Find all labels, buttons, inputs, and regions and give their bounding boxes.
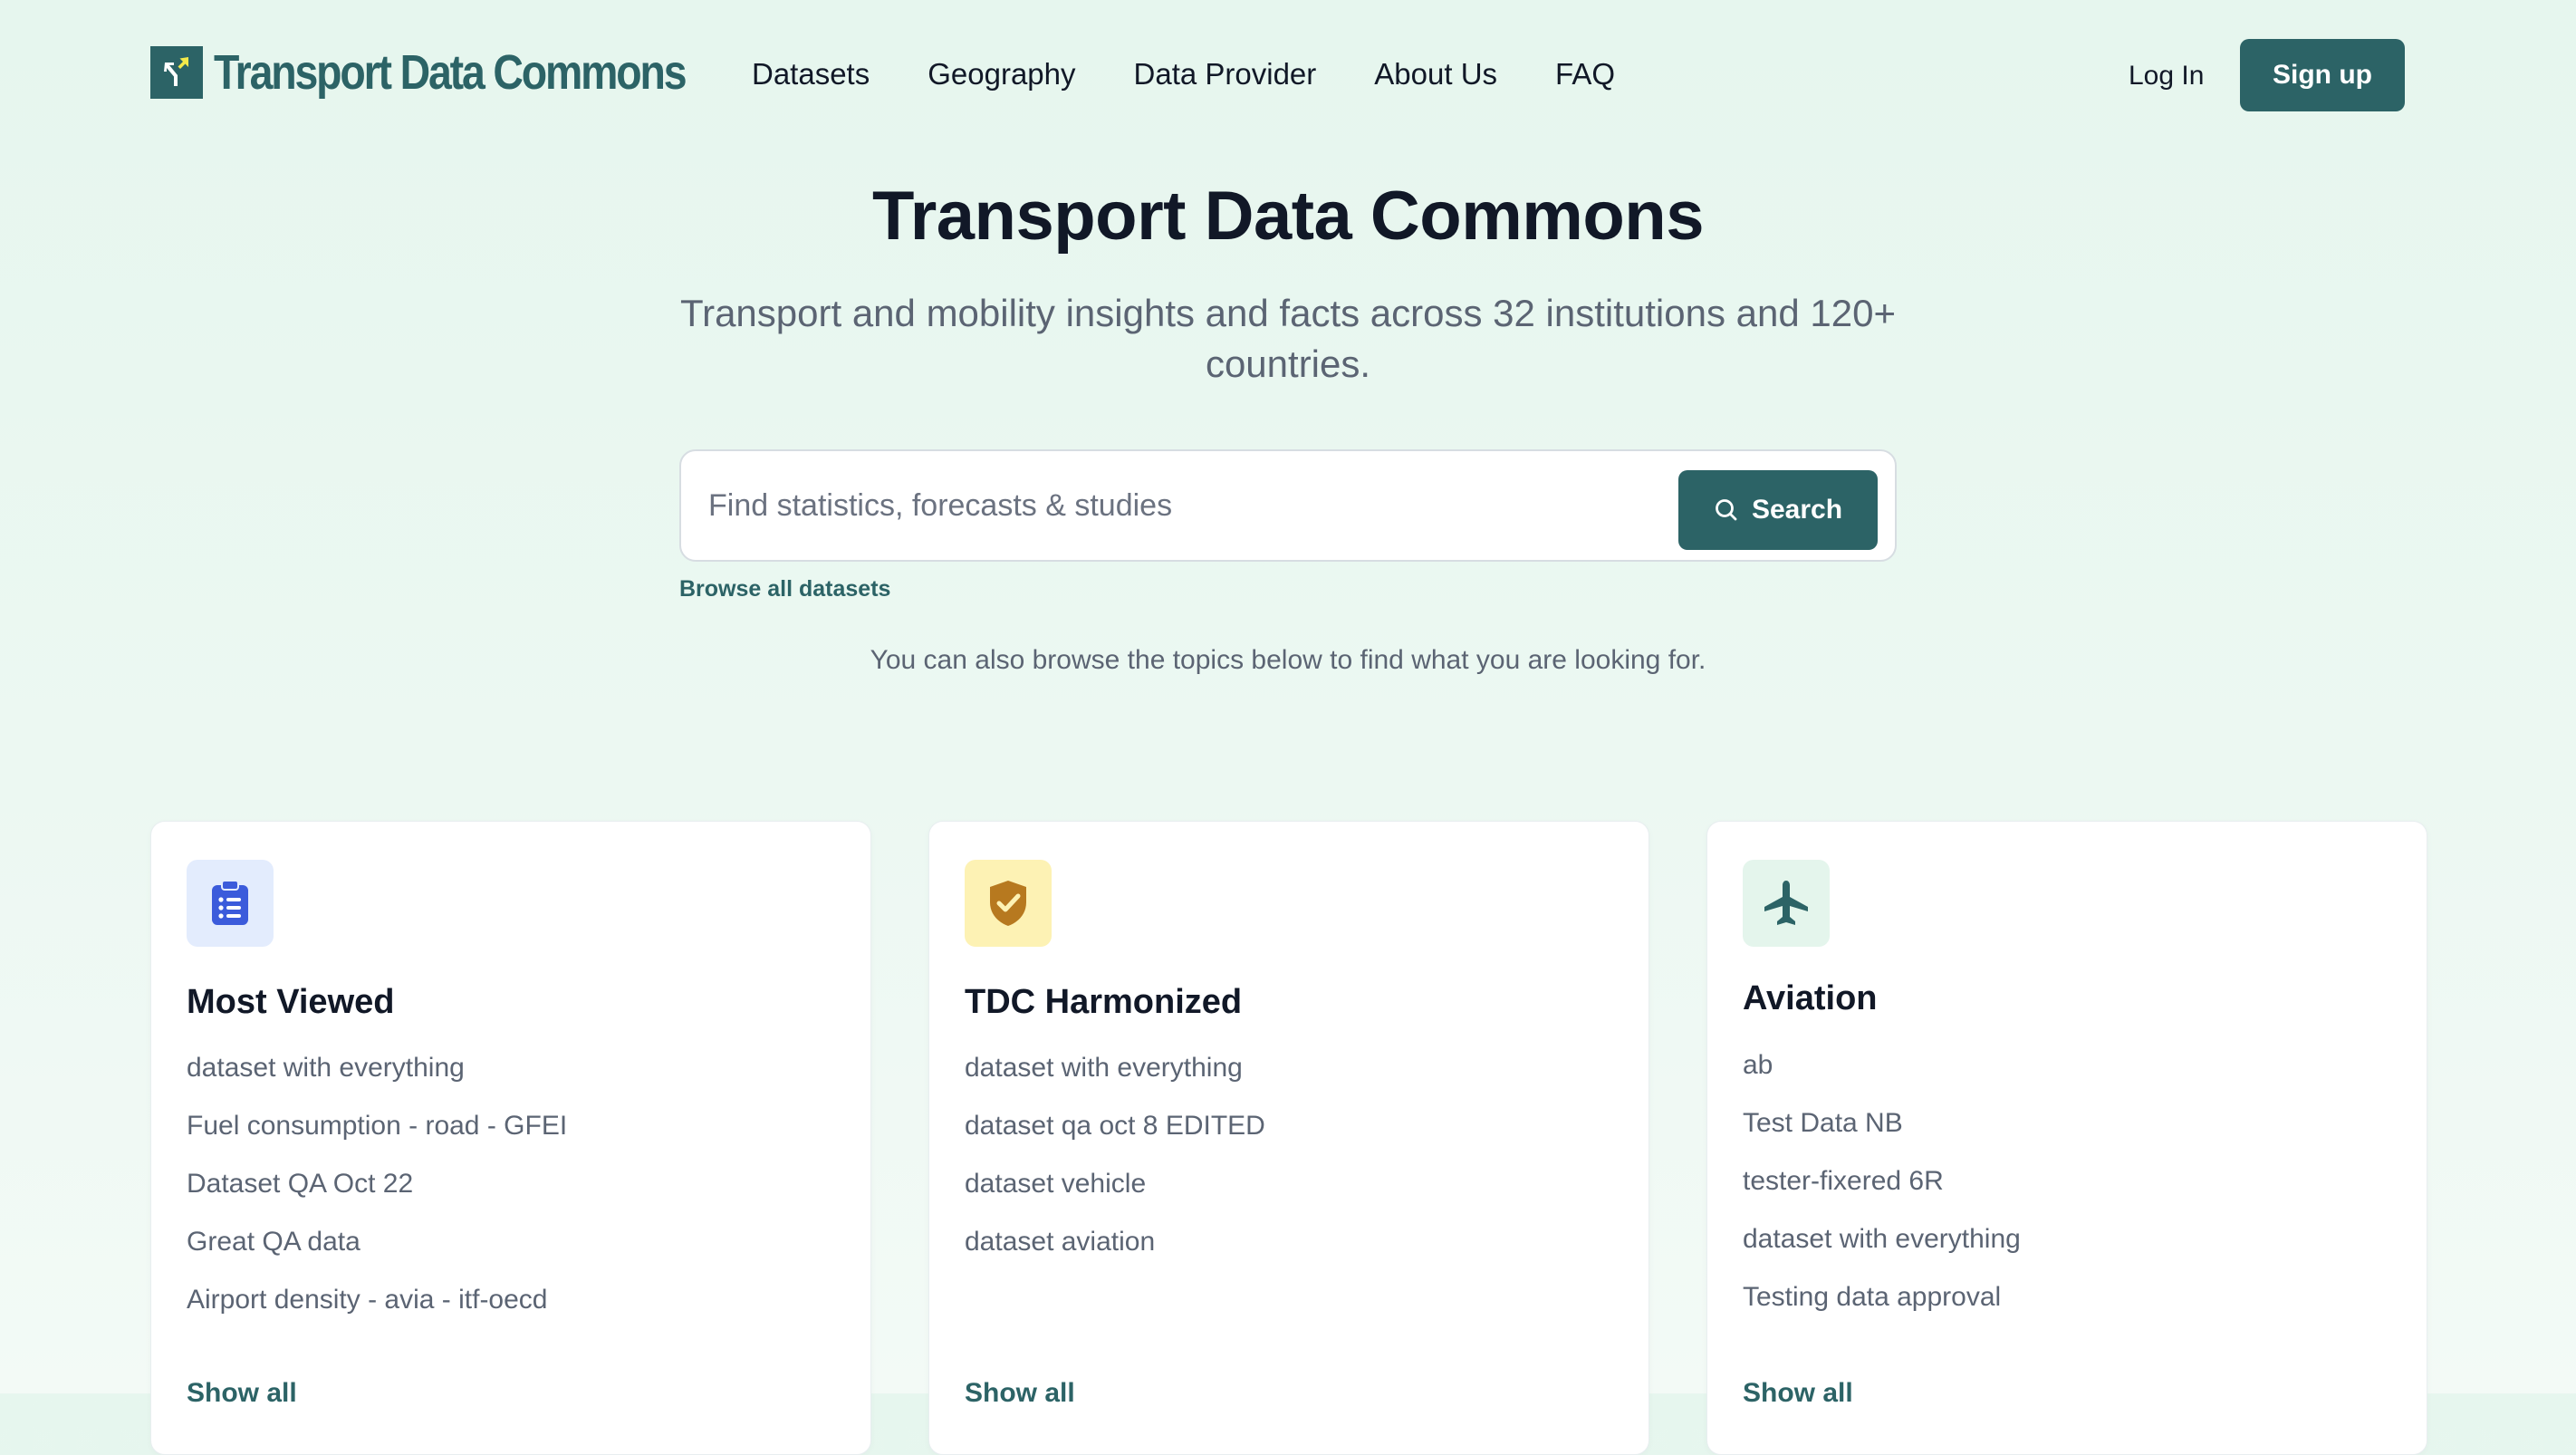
search-input[interactable] [708, 477, 1614, 535]
card-dataset-list: dataset with everything Fuel consumption… [187, 1050, 567, 1340]
hero-title: Transport Data Commons [871, 178, 1705, 255]
card-title: Most Viewed [187, 983, 395, 1021]
nav-item-about-us[interactable]: About Us [1374, 53, 1497, 96]
signup-button[interactable]: Sign up [2240, 39, 2405, 111]
nav-item-geography[interactable]: Geography [928, 53, 1075, 96]
clipboard-list-icon [212, 880, 248, 925]
show-all-link[interactable]: Show all [1743, 1378, 1853, 1409]
search-button-label: Search [1751, 495, 1843, 525]
topic-card-aviation: Aviation ab Test Data NB tester-fixered … [1706, 821, 2427, 1455]
list-item[interactable]: Great QA data [187, 1224, 567, 1282]
airplane-icon [1764, 881, 1808, 925]
search-box: Search [679, 449, 1897, 562]
nav-item-datasets[interactable]: Datasets [752, 53, 870, 96]
browse-hint: You can also browse the topics below to … [870, 645, 1706, 675]
list-item[interactable]: Dataset QA Oct 22 [187, 1166, 567, 1224]
list-item[interactable]: dataset with everything [187, 1050, 567, 1108]
card-dataset-list: ab Test Data NB tester-fixered 6R datase… [1743, 1047, 2021, 1337]
list-item[interactable]: Test Data NB [1743, 1105, 2021, 1163]
topic-card-most-viewed: Most Viewed dataset with everything Fuel… [150, 821, 871, 1455]
list-item[interactable]: Fuel consumption - road - GFEI [187, 1108, 567, 1166]
shield-check-icon [990, 881, 1026, 926]
list-item[interactable]: ab [1743, 1047, 2021, 1105]
brand-name: Transport Data Commons [214, 45, 687, 100]
list-item[interactable]: tester-fixered 6R [1743, 1163, 2021, 1221]
show-all-link[interactable]: Show all [187, 1378, 297, 1409]
list-item[interactable]: dataset with everything [1743, 1221, 2021, 1279]
logo-mark-icon [150, 46, 203, 99]
list-item[interactable]: Airport density - avia - itf-oecd [187, 1282, 567, 1340]
topic-card-tdc-harmonized: TDC Harmonized dataset with everything d… [928, 821, 1649, 1455]
card-title: TDC Harmonized [965, 983, 1243, 1021]
nav-item-faq[interactable]: FAQ [1555, 53, 1615, 96]
show-all-link[interactable]: Show all [965, 1378, 1075, 1409]
search-button[interactable]: Search [1678, 470, 1878, 550]
card-icon-box [1743, 860, 1830, 947]
list-item[interactable]: dataset vehicle [965, 1166, 1265, 1224]
brand-logo[interactable]: Transport Data Commons [150, 45, 762, 100]
card-icon-box [965, 860, 1052, 947]
login-link[interactable]: Log In [2129, 58, 2204, 94]
list-item[interactable]: dataset aviation [965, 1224, 1265, 1282]
card-dataset-list: dataset with everything dataset qa oct 8… [965, 1050, 1265, 1282]
hero-subtitle: Transport and mobility insights and fact… [679, 292, 1896, 385]
browse-all-datasets-link[interactable]: Browse all datasets [679, 576, 890, 602]
search-icon [1716, 499, 1737, 521]
card-title: Aviation [1743, 979, 1878, 1017]
card-icon-box [187, 860, 274, 947]
list-item[interactable]: Testing data approval [1743, 1279, 2021, 1337]
site-header: Transport Data Commons Datasets Geograph… [0, 0, 2576, 150]
nav-item-data-provider[interactable]: Data Provider [1134, 53, 1317, 96]
list-item[interactable]: dataset qa oct 8 EDITED [965, 1108, 1265, 1166]
list-item[interactable]: dataset with everything [965, 1050, 1265, 1108]
main-nav: Datasets Geography Data Provider About U… [752, 53, 1673, 96]
